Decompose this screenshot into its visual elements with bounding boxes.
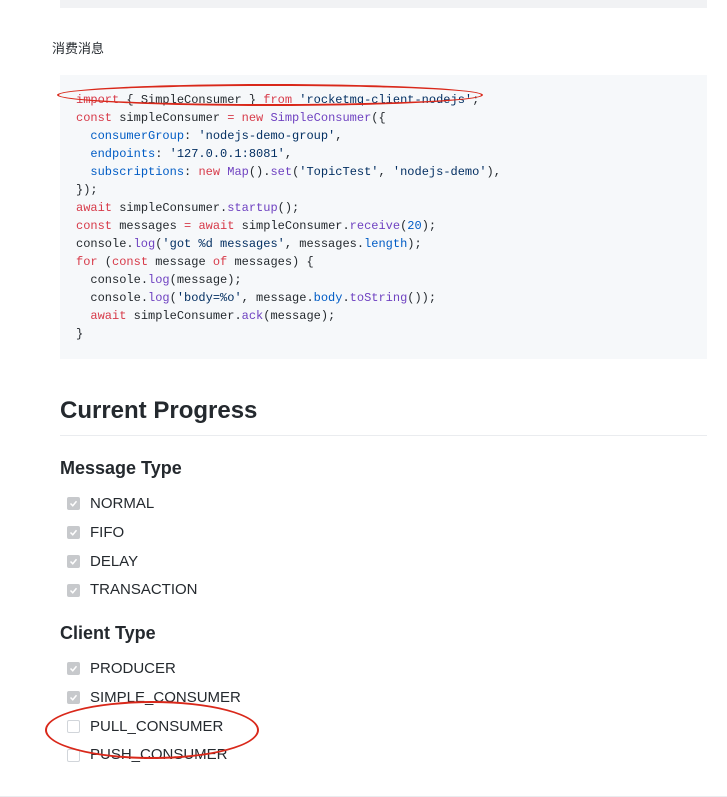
code-line: } xyxy=(76,325,691,343)
client-type-list: PRODUCER SIMPLE_CONSUMER PULL_CONSUMER P… xyxy=(67,658,707,766)
list-item-label: TRANSACTION xyxy=(90,579,198,601)
checkbox-checked-icon xyxy=(67,555,80,568)
checkbox-checked-icon xyxy=(67,662,80,675)
code-line: await simpleConsumer.ack(message); xyxy=(76,307,691,325)
list-item: DELAY xyxy=(67,551,707,573)
checkbox-unchecked-icon xyxy=(67,720,80,733)
list-item-label: PULL_CONSUMER xyxy=(90,716,223,738)
section-label: 消费消息 xyxy=(52,38,727,57)
code-line: subscriptions: new Map().set('TopicTest'… xyxy=(76,163,691,181)
code-line: console.log('got %d messages', messages.… xyxy=(76,235,691,253)
list-item: PULL_CONSUMER xyxy=(67,716,707,738)
subheading-message-type: Message Type xyxy=(60,458,707,479)
code-line: const simpleConsumer = new SimpleConsume… xyxy=(76,109,691,127)
code-line: await simpleConsumer.startup(); xyxy=(76,199,691,217)
checkbox-checked-icon xyxy=(67,691,80,704)
list-item: NORMAL xyxy=(67,493,707,515)
heading-current-progress: Current Progress xyxy=(60,397,707,436)
code-line: for (const message of messages) { xyxy=(76,253,691,271)
code-line: console.log('body=%o', message.body.toSt… xyxy=(76,289,691,307)
code-line: }); xyxy=(76,181,691,199)
list-item-label: SIMPLE_CONSUMER xyxy=(90,687,241,709)
list-item-label: DELAY xyxy=(90,551,138,573)
message-type-list: NORMAL FIFO DELAY TRANSACTION xyxy=(67,493,707,601)
list-item: FIFO xyxy=(67,522,707,544)
code-line: endpoints: '127.0.0.1:8081', xyxy=(76,145,691,163)
list-item: PUSH_CONSUMER xyxy=(67,744,707,766)
code-block: import { SimpleConsumer } from 'rocketmq… xyxy=(60,75,707,359)
list-item-label: PRODUCER xyxy=(90,658,176,680)
list-item: TRANSACTION xyxy=(67,579,707,601)
code-line: console.log(message); xyxy=(76,271,691,289)
list-item-label: FIFO xyxy=(90,522,124,544)
list-item: SIMPLE_CONSUMER xyxy=(67,687,707,709)
list-item-label: PUSH_CONSUMER xyxy=(90,744,228,766)
top-bar xyxy=(60,0,707,8)
code-line: const messages = await simpleConsumer.re… xyxy=(76,217,691,235)
code-line: import { SimpleConsumer } from 'rocketmq… xyxy=(76,91,691,109)
checkbox-checked-icon xyxy=(67,497,80,510)
list-item-label: NORMAL xyxy=(90,493,154,515)
checkbox-checked-icon xyxy=(67,526,80,539)
checkbox-checked-icon xyxy=(67,584,80,597)
code-line: consumerGroup: 'nodejs-demo-group', xyxy=(76,127,691,145)
checkbox-unchecked-icon xyxy=(67,749,80,762)
subheading-client-type: Client Type xyxy=(60,623,707,644)
list-item: PRODUCER xyxy=(67,658,707,680)
